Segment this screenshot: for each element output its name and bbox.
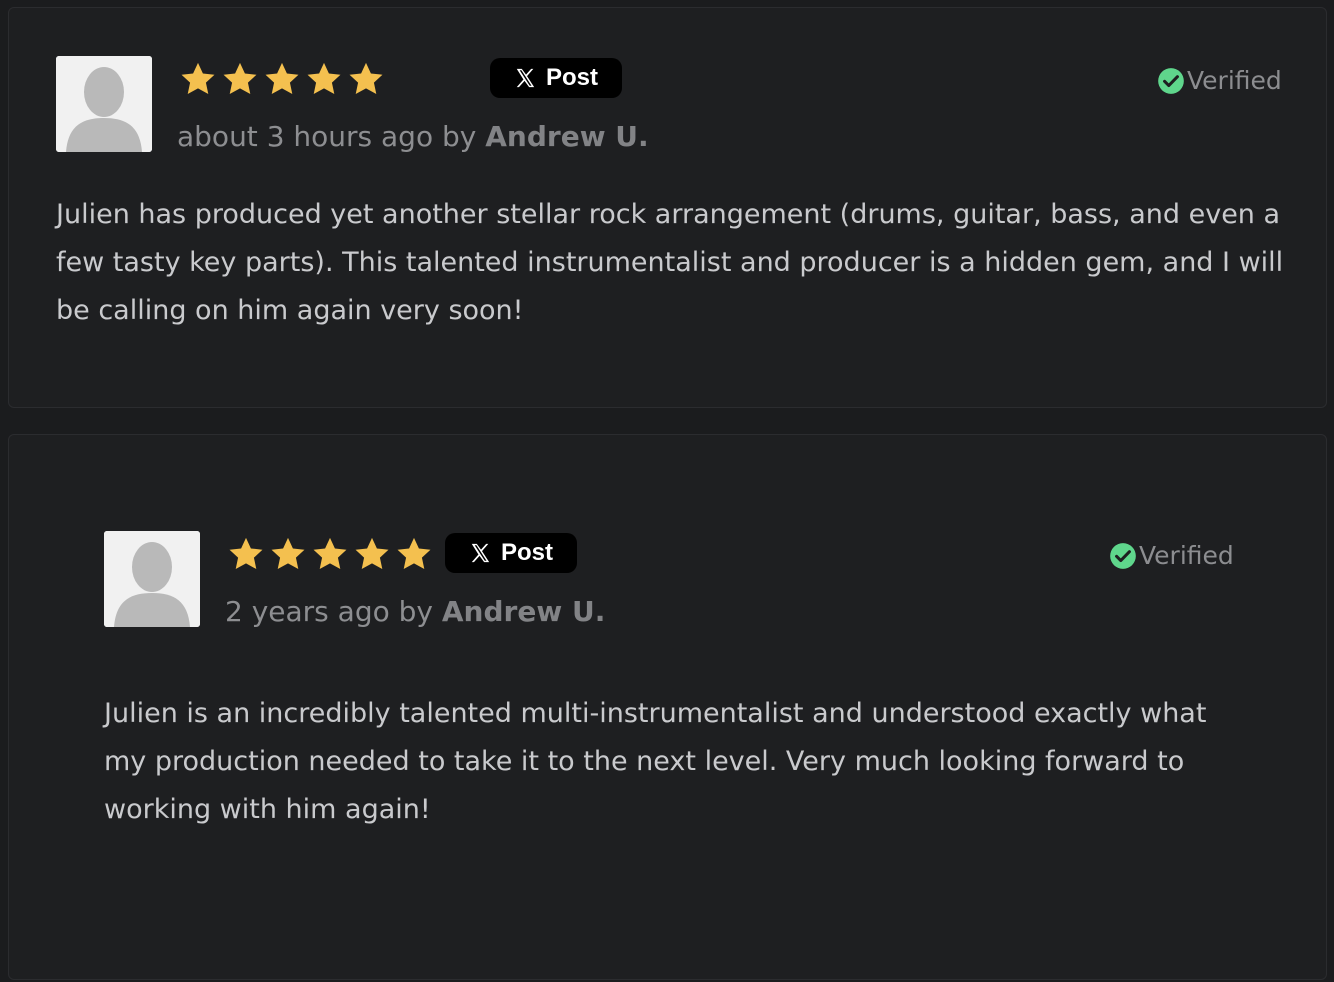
review-time: 2 years ago xyxy=(225,595,390,628)
star-icon xyxy=(307,62,341,95)
review-card: Post Verified 2 years ago by Andrew U. J… xyxy=(8,434,1327,980)
verified-badge: Verified xyxy=(1157,66,1282,95)
user-avatar-icon[interactable] xyxy=(56,56,152,152)
verified-label: Verified xyxy=(1139,541,1234,570)
review-meta: about 3 hours ago by Andrew U. xyxy=(177,120,649,153)
star-icon xyxy=(397,537,431,570)
by-text: by xyxy=(433,120,486,153)
star-icon xyxy=(229,537,263,570)
x-post-button[interactable]: Post xyxy=(445,533,577,573)
x-post-button[interactable]: Post xyxy=(490,58,622,98)
verified-badge: Verified xyxy=(1109,541,1234,570)
user-avatar-icon[interactable] xyxy=(104,531,200,627)
post-label: Post xyxy=(545,64,598,91)
by-text: by xyxy=(389,595,442,628)
star-icon xyxy=(265,62,299,95)
review-time: about 3 hours ago xyxy=(177,120,434,153)
author-name[interactable]: Andrew U. xyxy=(485,120,648,153)
x-logo-icon xyxy=(471,543,490,563)
review-card: Post Verified about 3 hours ago by Andre… xyxy=(8,7,1327,408)
review-meta: 2 years ago by Andrew U. xyxy=(225,595,605,628)
star-icon xyxy=(349,62,383,95)
check-circle-icon xyxy=(1110,542,1136,569)
star-icon xyxy=(181,62,215,95)
author-name[interactable]: Andrew U. xyxy=(442,595,605,628)
star-icon xyxy=(271,537,305,570)
check-circle-icon xyxy=(1158,67,1184,94)
star-icon xyxy=(223,62,257,95)
review-text: Julien has produced yet another stellar … xyxy=(56,199,1284,326)
star-icon xyxy=(355,537,389,570)
post-label: Post xyxy=(500,539,553,566)
star-rating xyxy=(227,535,433,573)
star-rating xyxy=(179,60,385,98)
review-text: Julien is an incredibly talented multi-i… xyxy=(104,698,1207,825)
x-logo-icon xyxy=(516,68,535,88)
star-icon xyxy=(313,537,347,570)
verified-label: Verified xyxy=(1187,66,1282,95)
